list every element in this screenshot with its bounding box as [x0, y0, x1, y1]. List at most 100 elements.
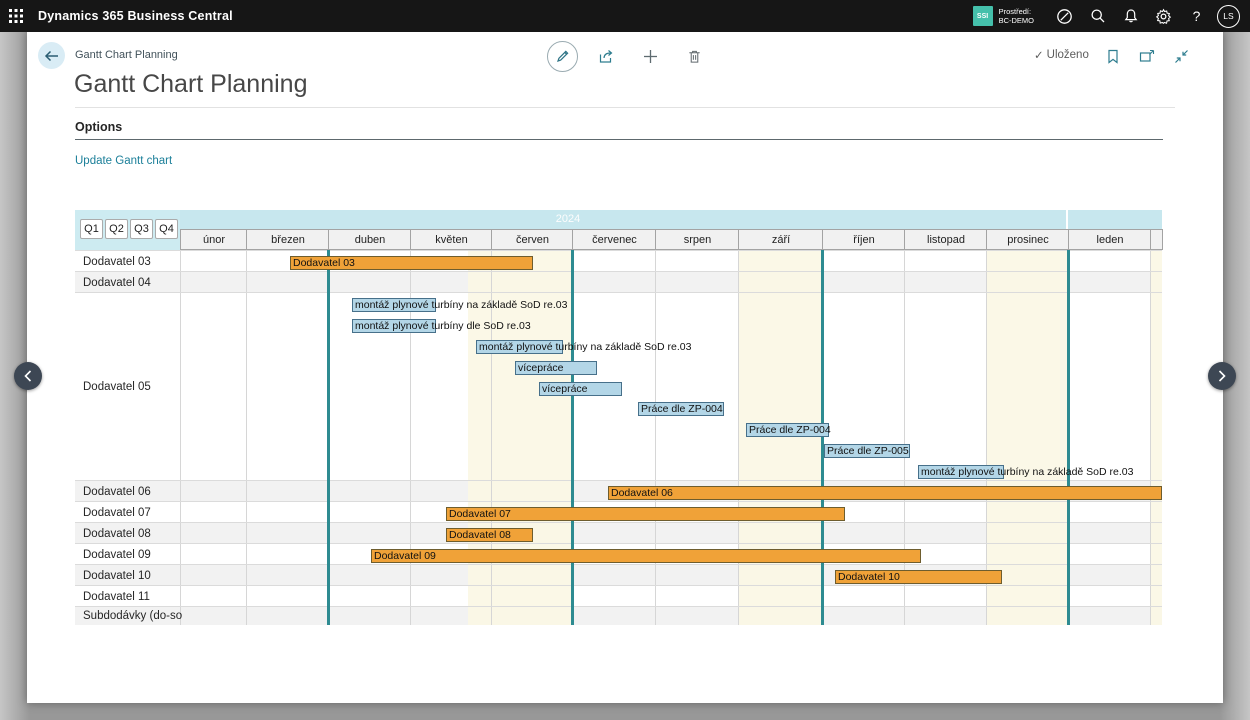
highlight-period-3	[1150, 250, 1162, 625]
search-icon[interactable]	[1081, 0, 1114, 32]
app-launcher-icon[interactable]	[0, 0, 32, 32]
gantt-bar-label: montáž plynové turbíny na základě SoD re…	[479, 340, 691, 354]
quarter-start-line	[571, 250, 574, 625]
month-header-spacer	[1150, 229, 1163, 250]
month-header-listopad: listopad	[904, 229, 988, 250]
row-border	[75, 250, 1162, 251]
back-button[interactable]	[38, 42, 65, 69]
gantt-bar-label: Práce dle ZP-005	[827, 444, 909, 458]
month-gridline	[655, 250, 656, 625]
environment-label: Prostředí:	[999, 7, 1034, 16]
add-new-button[interactable]	[634, 40, 666, 72]
gantt-body: Dodavatel 03Dodavatel 04Dodavatel 05Doda…	[75, 250, 1162, 625]
gantt-bar-orange[interactable]	[608, 486, 1162, 500]
saved-label: Uloženo	[1047, 49, 1089, 61]
gantt-bar-label: vícepráce	[542, 382, 588, 396]
month-gridline	[246, 250, 247, 625]
highlight-period-1	[738, 250, 822, 625]
month-header-srpen: srpen	[655, 229, 740, 250]
gantt-row-label: Dodavatel 11	[75, 586, 186, 607]
month-gridline	[1150, 250, 1151, 625]
delete-trash-button[interactable]	[678, 40, 710, 72]
gantt-bar-label: Dodavatel 06	[611, 486, 673, 500]
header-divider	[75, 107, 1175, 108]
app-title[interactable]: Dynamics 365 Business Central	[38, 9, 233, 23]
environment-badge: SSI	[973, 6, 993, 26]
month-header-březen: březen	[246, 229, 330, 250]
top-app-bar: Dynamics 365 Business Central SSI Prostř…	[0, 0, 1250, 32]
environment-name: BC-DEMO	[999, 16, 1034, 25]
quarter-button-q4[interactable]: Q4	[155, 219, 178, 239]
row-border	[75, 292, 1162, 293]
breadcrumb[interactable]: Gantt Chart Planning	[75, 49, 178, 61]
year-band-label: 2024	[556, 213, 580, 225]
edit-pencil-button[interactable]	[547, 41, 578, 72]
month-gridline	[738, 250, 739, 625]
quarter-start-line	[821, 250, 824, 625]
gantt-bar-label: montáž plynové turbíny dle SoD re.03	[355, 319, 531, 333]
environment-text: Prostředí: BC-DEMO	[999, 7, 1034, 25]
page-title: Gantt Chart Planning	[74, 70, 307, 99]
scroll-left-button[interactable]	[14, 362, 42, 390]
page-card: Gantt Chart Planning Gantt Chart Plannin…	[27, 32, 1223, 703]
dynamics365-icon[interactable]	[1048, 0, 1081, 32]
month-header-duben: duben	[328, 229, 412, 250]
month-header-říjen: říjen	[822, 229, 906, 250]
gantt-bar-label: vícepráce	[518, 361, 564, 375]
row-border	[75, 543, 1162, 544]
update-gantt-chart-link[interactable]: Update Gantt chart	[75, 155, 172, 167]
gantt-row-label: Dodavatel 03	[75, 251, 186, 272]
row-border	[75, 271, 1162, 272]
year-band-1	[1068, 210, 1162, 229]
row-border	[75, 606, 1162, 607]
gantt-bar-label: montáž plynové turbíny na základě SoD re…	[921, 465, 1133, 479]
row-border	[75, 522, 1162, 523]
gantt-bar-label: Dodavatel 07	[449, 507, 511, 521]
help-glyph: ?	[1193, 8, 1201, 24]
year-band-0	[180, 210, 1066, 229]
options-section-title: Options	[75, 120, 122, 134]
scroll-right-button[interactable]	[1208, 362, 1236, 390]
month-header-červenec: červenec	[572, 229, 657, 250]
gantt-row-label: Dodavatel 08	[75, 523, 186, 544]
gantt-row-label: Dodavatel 10	[75, 565, 186, 586]
environment-chip[interactable]: SSI Prostředí: BC-DEMO	[973, 6, 1034, 26]
gantt-row-label: Subdodávky (do-so	[75, 607, 186, 625]
month-gridline	[986, 250, 987, 625]
gantt-bar-label: Dodavatel 03	[293, 256, 355, 270]
collapse-arrows-icon[interactable]	[1168, 40, 1194, 72]
gantt-bar-label: montáž plynové turbíny na základě SoD re…	[355, 298, 567, 312]
gantt-bar-label: Práce dle ZP-004	[749, 423, 831, 437]
saved-status: ✓ Uloženo	[1034, 48, 1089, 62]
avatar[interactable]: LS	[1217, 5, 1240, 28]
saved-check-icon: ✓	[1034, 48, 1044, 62]
bookmark-icon[interactable]	[1100, 40, 1126, 72]
help-icon[interactable]: ?	[1180, 0, 1213, 32]
quarter-button-q3[interactable]: Q3	[130, 219, 153, 239]
quarter-selector-block: Q1Q2Q3Q4	[75, 210, 180, 250]
page-toolbar	[547, 40, 710, 72]
month-header-leden: leden	[1068, 229, 1152, 250]
gantt-row-label: Dodavatel 04	[75, 272, 186, 293]
options-underline	[75, 139, 1163, 140]
gantt-row-label: Dodavatel 09	[75, 544, 186, 565]
row-border	[75, 564, 1162, 565]
gantt-bar-label: Dodavatel 09	[374, 549, 436, 563]
open-in-window-icon[interactable]	[1134, 40, 1160, 72]
gantt-chart: Q1Q2Q3Q42024únorbřezendubenkvětenčervenč…	[75, 210, 1163, 625]
header-right-icons	[1100, 40, 1194, 72]
settings-gear-icon[interactable]	[1147, 0, 1180, 32]
gantt-bar-label: Dodavatel 08	[449, 528, 511, 542]
quarter-button-q1[interactable]: Q1	[80, 219, 103, 239]
gantt-bar-orange[interactable]	[371, 549, 921, 563]
row-border	[75, 480, 1162, 481]
notifications-bell-icon[interactable]	[1114, 0, 1147, 32]
quarter-button-q2[interactable]: Q2	[105, 219, 128, 239]
month-header-září: září	[738, 229, 824, 250]
gantt-row-label: Dodavatel 07	[75, 502, 186, 523]
gantt-row-label: Dodavatel 06	[75, 481, 186, 502]
share-button[interactable]	[590, 40, 622, 72]
month-header-květen: květen	[410, 229, 493, 250]
quarter-start-line	[1067, 250, 1070, 625]
gantt-bar-label: Práce dle ZP-004	[641, 402, 723, 416]
